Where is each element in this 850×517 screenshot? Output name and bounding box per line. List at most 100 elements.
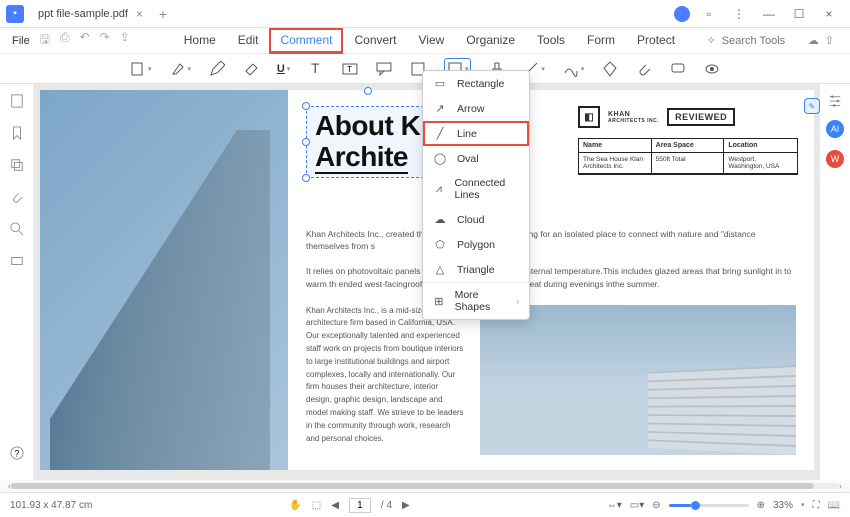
- tab-edit[interactable]: Edit: [228, 29, 269, 53]
- page-number-input[interactable]: [349, 498, 371, 513]
- shape-triangle[interactable]: △Triangle: [423, 257, 529, 282]
- zoom-slider[interactable]: [669, 504, 749, 507]
- menubar: File 🖫 ⎙ ↶ ↷ ⇪ Home Edit Comment Convert…: [0, 28, 850, 54]
- redo-icon[interactable]: ↷: [100, 30, 110, 51]
- attachments-icon[interactable]: [10, 190, 24, 204]
- print-icon[interactable]: ⎙: [60, 30, 70, 51]
- hand-tool-icon[interactable]: ✋: [289, 500, 301, 511]
- tab-convert[interactable]: Convert: [344, 29, 406, 53]
- bookmarks-icon[interactable]: [10, 126, 24, 140]
- pen-tool[interactable]: [602, 61, 618, 77]
- ai-badge-icon[interactable]: AI: [826, 120, 844, 138]
- eraser-tool[interactable]: [243, 61, 259, 77]
- comments-panel-tool[interactable]: [670, 61, 686, 77]
- dimensions-readout: 101.93 x 47.87 cm: [10, 500, 92, 511]
- next-page-icon[interactable]: ▶: [402, 500, 410, 511]
- page-title: About K Archite: [315, 111, 420, 173]
- reviewed-stamp: REVIEWED: [667, 108, 735, 126]
- hide-comments-tool[interactable]: [704, 61, 720, 77]
- search-tools-input[interactable]: [722, 35, 802, 47]
- document-tab[interactable]: ppt file-sample.pdf ×: [30, 2, 151, 26]
- floating-tool-badge[interactable]: ✎: [804, 98, 820, 114]
- horizontal-scrollbar[interactable]: ‹ ›: [0, 480, 850, 492]
- shape-rectangle[interactable]: ▭Rectangle: [423, 71, 529, 96]
- fields-icon[interactable]: [10, 254, 24, 268]
- tab-form[interactable]: Form: [577, 29, 625, 53]
- share-icon[interactable]: ⇪: [120, 30, 130, 51]
- window-settings-icon[interactable]: ▫: [698, 7, 720, 21]
- hero-image: [40, 90, 288, 470]
- tab-home[interactable]: Home: [174, 29, 226, 53]
- view-mode-icon[interactable]: ▭▾: [630, 500, 644, 511]
- right-sidebar: AI W: [820, 84, 850, 480]
- undo-icon[interactable]: ↶: [80, 30, 90, 51]
- resize-handle[interactable]: [302, 138, 310, 146]
- shape-polygon[interactable]: ⬠Polygon: [423, 232, 529, 257]
- tab-comment[interactable]: Comment: [270, 29, 342, 53]
- shape-oval[interactable]: ◯Oval: [423, 146, 529, 171]
- brand-logo-icon: ◧: [578, 106, 600, 128]
- brand-name: KHAN: [608, 111, 659, 118]
- maximize-button[interactable]: ☐: [788, 7, 810, 21]
- layers-icon[interactable]: [10, 158, 24, 172]
- resize-handle[interactable]: [302, 102, 310, 110]
- save-icon[interactable]: 🖫: [40, 30, 50, 51]
- cloud-icon[interactable]: ☁: [808, 34, 819, 47]
- tab-tools[interactable]: Tools: [527, 29, 575, 53]
- help-icon[interactable]: ?: [10, 446, 24, 460]
- text-tool[interactable]: T: [308, 61, 324, 77]
- fit-width-icon[interactable]: ⇔▾: [607, 500, 622, 511]
- upload-icon[interactable]: ⇧: [825, 34, 834, 47]
- svg-text:T: T: [311, 61, 320, 76]
- minimize-button[interactable]: —: [758, 7, 780, 21]
- shape-line[interactable]: ╱Line: [423, 121, 529, 146]
- tab-close-icon[interactable]: ×: [136, 7, 143, 21]
- user-avatar-icon[interactable]: [674, 6, 690, 22]
- rotate-handle[interactable]: [364, 87, 372, 95]
- fullscreen-icon[interactable]: ⛶: [813, 500, 820, 511]
- tab-organize[interactable]: Organize: [456, 29, 525, 53]
- tab-protect[interactable]: Protect: [627, 29, 685, 53]
- kebab-menu-icon[interactable]: ⋮: [728, 7, 750, 21]
- tab-view[interactable]: View: [409, 29, 455, 53]
- pencil-tool[interactable]: [209, 61, 225, 77]
- shape-arrow[interactable]: ↗Arrow: [423, 96, 529, 121]
- select-tool-icon[interactable]: ⬚: [312, 500, 321, 511]
- paragraph-3: Khan Architects Inc., is a mid-sized arc…: [306, 305, 466, 455]
- resize-handle[interactable]: [302, 174, 310, 182]
- read-mode-icon[interactable]: 📖: [828, 500, 840, 511]
- callout-tool[interactable]: [376, 61, 392, 77]
- close-window-button[interactable]: ×: [818, 7, 840, 21]
- underline-tool[interactable]: U▾: [277, 63, 290, 75]
- new-tab-button[interactable]: +: [159, 6, 167, 22]
- zoom-in-icon[interactable]: ⊕: [757, 500, 765, 511]
- zoom-value: 33%: [773, 500, 793, 511]
- tab-title: ppt file-sample.pdf: [38, 8, 128, 20]
- signature-tool[interactable]: ▾: [563, 61, 585, 77]
- search-icon[interactable]: [10, 222, 24, 236]
- left-sidebar: ?: [0, 84, 34, 480]
- prev-page-icon[interactable]: ◀: [331, 500, 339, 511]
- textbox-tool[interactable]: T: [342, 61, 358, 77]
- info-panel: ◧ KHAN ARCHITECTS INC. REVIEWED Name Are…: [578, 106, 798, 175]
- file-menu[interactable]: File: [6, 35, 36, 47]
- shape-connected-lines[interactable]: ⩘Connected Lines: [423, 171, 529, 207]
- statusbar: 101.93 x 47.87 cm ✋ ⬚ ◀ / 4 ▶ ⇔▾ ▭▾ ⊖ ⊕ …: [0, 492, 850, 517]
- selected-text-box[interactable]: About K Archite: [306, 106, 429, 178]
- brand-sub: ARCHITECTS INC.: [608, 118, 659, 124]
- zoom-out-icon[interactable]: ⊖: [652, 500, 660, 511]
- svg-text:?: ?: [14, 449, 19, 459]
- shapes-dropdown-menu: ▭Rectangle ↗Arrow ╱Line ◯Oval ⩘Connected…: [422, 70, 530, 320]
- paragraph-2: It relies on photovoltaic panels fo g de…: [306, 265, 796, 291]
- note-tool[interactable]: ▾: [130, 61, 152, 77]
- attachment-tool[interactable]: [636, 61, 652, 77]
- word-badge-icon[interactable]: W: [826, 150, 844, 168]
- properties-icon[interactable]: [828, 94, 842, 108]
- info-table: Name Area Space Location The Sea House K…: [578, 138, 798, 175]
- highlight-tool[interactable]: ▾: [170, 61, 192, 77]
- shape-cloud[interactable]: ☁Cloud: [423, 207, 529, 232]
- thumbnails-icon[interactable]: [10, 94, 24, 108]
- secondary-image: [480, 305, 796, 455]
- shape-more[interactable]: ⊞More Shapes›: [423, 283, 529, 319]
- titlebar: ▪ ppt file-sample.pdf × + ▫ ⋮ — ☐ ×: [0, 0, 850, 28]
